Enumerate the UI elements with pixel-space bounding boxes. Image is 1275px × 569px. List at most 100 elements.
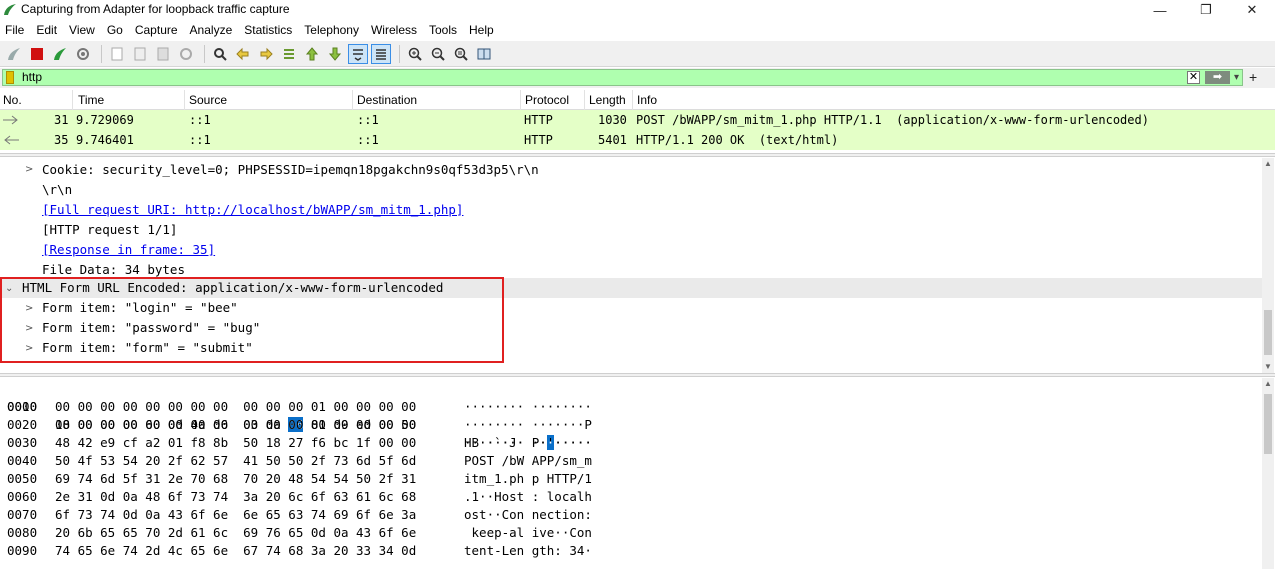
column-divider[interactable] — [72, 90, 73, 110]
bytes-row[interactable]: 0080 20 6b 65 65 70 2d 61 6c 69 76 65 0d … — [0, 524, 1262, 542]
menu-wireless[interactable]: Wireless — [365, 20, 423, 40]
menu-capture[interactable]: Capture — [129, 20, 184, 40]
close-button[interactable]: ✕ — [1229, 0, 1275, 20]
find-packet-icon[interactable] — [210, 44, 230, 64]
packet-time: 9.746401 — [76, 133, 134, 147]
bytes-row[interactable]: 0060 2e 31 0d 0a 48 6f 73 74 3a 20 6c 6f … — [0, 488, 1262, 506]
column-time[interactable]: Time — [78, 93, 104, 107]
menu-go[interactable]: Go — [101, 20, 129, 40]
bytes-row[interactable]: 0010 00 00 00 00 00 00 00 00 00 00 00 01 … — [0, 398, 1262, 416]
column-destination[interactable]: Destination — [357, 93, 417, 107]
stop-capture-icon[interactable] — [27, 44, 47, 64]
expand-chevron-icon[interactable]: > — [25, 164, 33, 175]
go-forward-icon[interactable] — [256, 44, 276, 64]
packet-protocol: HTTP — [524, 133, 553, 147]
menu-view[interactable]: View — [63, 20, 101, 40]
menu-tools[interactable]: Tools — [423, 20, 463, 40]
filter-text[interactable]: http — [22, 70, 42, 85]
column-divider[interactable] — [584, 90, 585, 110]
add-filter-button-icon[interactable]: + — [1249, 68, 1257, 86]
go-last-packet-icon[interactable] — [325, 44, 345, 64]
scroll-up-icon[interactable]: ▲ — [1262, 158, 1274, 170]
packet-row[interactable]: 31 9.729069 ::1 ::1 HTTP 1030 POST /bWAP… — [0, 110, 1275, 130]
bytes-row[interactable]: 0030 48 42 e9 cf a2 01 f8 8b 50 18 27 f6 … — [0, 434, 1262, 452]
response-arrow-icon — [4, 135, 19, 145]
scroll-up-icon[interactable]: ▲ — [1262, 378, 1274, 390]
packet-no: 35 — [54, 133, 69, 147]
display-filter-input[interactable]: http ✕ ➡ ▾ — [2, 69, 1243, 86]
scroll-down-icon[interactable]: ▼ — [1262, 361, 1274, 373]
close-file-icon[interactable] — [153, 44, 173, 64]
display-filter-bar: http ✕ ➡ ▾ + — [0, 68, 1275, 88]
packet-protocol: HTTP — [524, 113, 553, 127]
packet-list-header: No. Time Source Destination Protocol Len… — [0, 90, 1275, 110]
column-divider[interactable] — [352, 90, 353, 110]
packet-source: ::1 — [189, 133, 211, 147]
go-to-packet-icon[interactable] — [279, 44, 299, 64]
bytes-row[interactable]: 0090 74 65 6e 74 2d 4c 65 6e 67 74 68 3a … — [0, 542, 1262, 560]
column-length[interactable]: Length — [589, 93, 626, 107]
packet-info: POST /bWAPP/sm_mitm_1.php HTTP/1.1 (appl… — [636, 113, 1149, 127]
column-divider[interactable] — [520, 90, 521, 110]
resize-columns-icon[interactable] — [474, 44, 494, 64]
bytes-row[interactable]: 0000 18 00 00 00 60 0d 4a d6 03 da 06 80… — [0, 380, 1262, 450]
apply-filter-icon[interactable]: ➡ — [1205, 71, 1230, 84]
shark-fin-start-icon[interactable] — [4, 44, 24, 64]
save-file-icon[interactable] — [130, 44, 150, 64]
tree-item-crlf[interactable]: \r\n — [42, 180, 72, 200]
go-first-packet-icon[interactable] — [302, 44, 322, 64]
maximize-button[interactable]: ❐ — [1183, 0, 1229, 20]
packet-row[interactable]: 35 9.746401 ::1 ::1 HTTP 5401 HTTP/1.1 2… — [0, 130, 1275, 150]
details-scrollbar[interactable]: ▲ ▼ — [1262, 158, 1274, 373]
capture-options-icon[interactable] — [73, 44, 93, 64]
open-file-icon[interactable] — [107, 44, 127, 64]
main-toolbar — [0, 41, 1275, 67]
bytes-row[interactable]: 0040 50 4f 53 54 20 2f 62 57 41 50 50 2f … — [0, 452, 1262, 470]
zoom-normal-icon[interactable] — [451, 44, 471, 64]
column-divider[interactable] — [632, 90, 633, 110]
packet-length: 5401 — [598, 133, 627, 147]
title-bar: Capturing from Adapter for loopback traf… — [0, 0, 1275, 20]
packet-destination: ::1 — [357, 133, 379, 147]
column-source[interactable]: Source — [189, 93, 227, 107]
menu-edit[interactable]: Edit — [30, 20, 63, 40]
column-no[interactable]: No. — [3, 93, 22, 107]
tree-link-response-frame[interactable]: [Response in frame: 35] — [42, 240, 215, 260]
column-info[interactable]: Info — [637, 93, 657, 107]
menu-bar: File Edit View Go Capture Analyze Statis… — [0, 20, 1275, 40]
restart-capture-icon[interactable] — [50, 44, 70, 64]
tree-item-http-request[interactable]: [HTTP request 1/1] — [42, 220, 177, 240]
bookmark-icon[interactable] — [6, 71, 14, 84]
column-divider[interactable] — [184, 90, 185, 110]
packet-bytes-pane: 0000 18 00 00 00 60 0d 4a d6 03 da 06 80… — [0, 380, 1262, 569]
tree-item-cookie[interactable]: Cookie: security_level=0; PHPSESSID=ipem… — [42, 160, 539, 180]
tree-link-full-request-uri[interactable]: [Full request URI: http://localhost/bWAP… — [42, 200, 463, 220]
menu-help[interactable]: Help — [463, 20, 500, 40]
bytes-scrollbar[interactable]: ▲ — [1262, 378, 1274, 569]
pane-splitter[interactable] — [0, 373, 1275, 377]
filter-history-dropdown-icon[interactable]: ▾ — [1234, 70, 1239, 85]
minimize-button[interactable]: — — [1137, 0, 1183, 20]
reload-file-icon[interactable] — [176, 44, 196, 64]
auto-scroll-icon[interactable] — [348, 43, 368, 64]
scroll-thumb[interactable] — [1264, 394, 1272, 454]
zoom-out-icon[interactable] — [428, 44, 448, 64]
annotation-highlight-box — [0, 277, 504, 363]
bytes-row[interactable]: 0020 00 00 00 00 00 00 00 00 00 00 00 01 … — [0, 416, 1262, 434]
menu-file[interactable]: File — [0, 20, 30, 40]
scroll-thumb[interactable] — [1264, 310, 1272, 355]
menu-analyze[interactable]: Analyze — [184, 20, 239, 40]
clear-filter-icon[interactable]: ✕ — [1187, 71, 1200, 84]
bytes-row[interactable]: 0050 69 74 6d 5f 31 2e 70 68 70 20 48 54 … — [0, 470, 1262, 488]
menu-statistics[interactable]: Statistics — [238, 20, 298, 40]
menu-telephony[interactable]: Telephony — [298, 20, 365, 40]
pane-splitter[interactable] — [0, 153, 1275, 157]
go-back-icon[interactable] — [233, 44, 253, 64]
zoom-in-icon[interactable] — [405, 44, 425, 64]
colorize-icon[interactable] — [371, 43, 391, 64]
request-arrow-icon — [3, 115, 18, 125]
packet-source: ::1 — [189, 113, 211, 127]
column-protocol[interactable]: Protocol — [525, 93, 569, 107]
bytes-row[interactable]: 0070 6f 73 74 0d 0a 43 6f 6e 6e 65 63 74 … — [0, 506, 1262, 524]
packet-destination: ::1 — [357, 113, 379, 127]
